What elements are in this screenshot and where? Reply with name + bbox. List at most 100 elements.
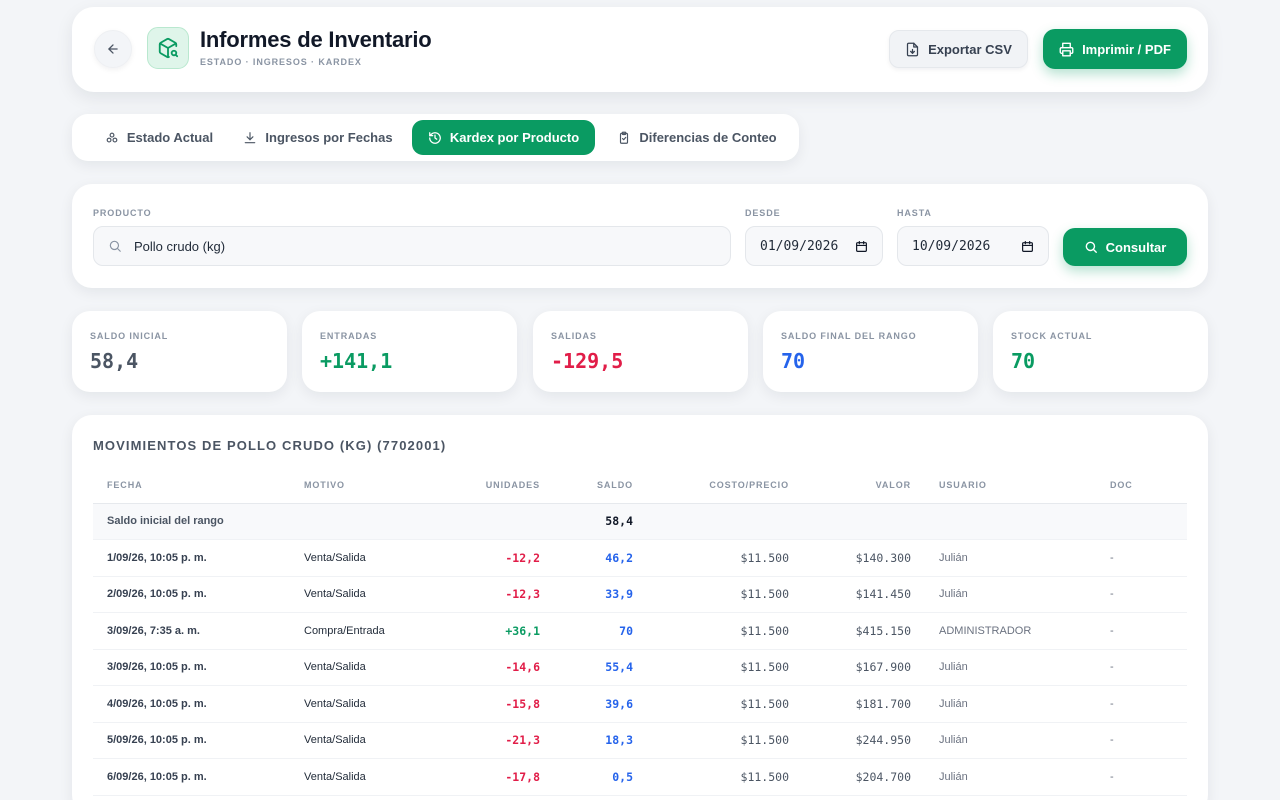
print-pdf-button[interactable]: Imprimir / PDF <box>1043 29 1187 69</box>
tab-ingresos-por-fechas[interactable]: Ingresos por Fechas <box>234 120 402 155</box>
cell-costo: $11.500 <box>647 722 803 759</box>
tab-label: Kardex por Producto <box>449 130 580 145</box>
cell-usuario: Julián <box>925 539 1096 577</box>
stat-entradas: ENTRADAS +141,1 <box>302 311 517 392</box>
col-usuario[interactable]: USUARIO <box>925 467 1096 504</box>
tab-diferencias-de-conteo[interactable]: Diferencias de Conteo <box>609 120 785 155</box>
to-date-input[interactable]: 10/09/2026 <box>897 226 1049 266</box>
empty-cell <box>290 503 450 540</box>
cell-doc: - <box>1096 612 1187 650</box>
package-search-icon <box>158 37 179 59</box>
cell-fecha: 2/09/26, 10:05 p. m. <box>93 576 290 613</box>
col-costo[interactable]: COSTO/PRECIO <box>647 467 803 504</box>
cell-fecha: 3/09/26, 7:35 a. m. <box>93 612 290 650</box>
cell-valor: $204.700 <box>803 758 925 796</box>
cell-valor: $244.950 <box>803 722 925 759</box>
initial-balance-value: 58,4 <box>554 503 647 540</box>
table-row[interactable]: 6/09/26, 10:05 p. m. Venta/Salida -17,8 0,5… <box>93 758 1187 796</box>
cell-valor: $140.300 <box>803 539 925 577</box>
product-search-input[interactable]: Pollo crudo (kg) <box>93 226 731 266</box>
table-row[interactable]: 1/09/26, 10:05 p. m. Venta/Salida -12,2 46,… <box>93 539 1187 577</box>
search-icon <box>109 240 121 252</box>
cell-costo: $11.500 <box>647 612 803 650</box>
cell-saldo: 33,9 <box>554 576 647 613</box>
header-card: Informes de Inventario ESTADO · INGRESOS… <box>72 7 1208 92</box>
cell-valor: $167.900 <box>803 649 925 686</box>
layers-icon <box>106 132 118 142</box>
stat-value: 70 <box>781 349 806 373</box>
cell-valor: $415.150 <box>803 612 925 650</box>
col-unidades[interactable]: UNIDADES <box>450 467 554 504</box>
cell-unidades: -15,8 <box>450 685 554 723</box>
cell-saldo: 18,3 <box>554 722 647 759</box>
stat-label: SALDO FINAL DEL RANGO <box>781 331 917 341</box>
table-row[interactable]: 2/09/26, 10:05 p. m. Venta/Salida -12,3 33,… <box>93 576 1187 613</box>
stat-label: STOCK ACTUAL <box>1011 331 1093 341</box>
cell-saldo: 70 <box>554 612 647 650</box>
cell-valor: $141.450 <box>803 576 925 613</box>
app-logo <box>147 27 189 69</box>
stat-label: ENTRADAS <box>320 331 378 341</box>
cell-saldo: 0,5 <box>554 758 647 796</box>
stat-salidas: SALIDAS -129,5 <box>533 311 748 392</box>
empty-cell <box>450 503 554 540</box>
cell-motivo: Venta/Salida <box>290 758 450 796</box>
cell-doc: - <box>1096 539 1187 577</box>
stat-value: 58,4 <box>90 349 139 373</box>
col-doc[interactable]: DOC <box>1096 467 1187 504</box>
col-motivo[interactable]: MOTIVO <box>290 467 450 504</box>
empty-cell <box>803 503 925 540</box>
col-valor[interactable]: VALOR <box>803 467 925 504</box>
cell-motivo: Compra/Entrada <box>290 612 450 650</box>
cell-motivo: Venta/Salida <box>290 649 450 686</box>
movements-title: MOVIMIENTOS DE POLLO CRUDO (KG) (7702001… <box>93 438 447 453</box>
table-row[interactable]: 3/09/26, 7:35 a. m. Compra/Entrada +36,1 70… <box>93 612 1187 650</box>
cell-doc: - <box>1096 722 1187 759</box>
cell-motivo: Venta/Salida <box>290 576 450 613</box>
table-row[interactable]: 3/09/26, 10:05 p. m. Venta/Salida -14,6 55,… <box>93 649 1187 686</box>
movements-table: FECHA MOTIVO UNIDADES SALDO COSTO/PRECIO… <box>93 467 1187 796</box>
cell-unidades: -21,3 <box>450 722 554 759</box>
cell-usuario: Julián <box>925 758 1096 796</box>
cell-usuario: Julián <box>925 649 1096 686</box>
tab-estado-actual[interactable]: Estado Actual <box>84 120 234 155</box>
calendar-icon[interactable] <box>1021 240 1034 253</box>
back-button[interactable] <box>94 30 132 68</box>
cell-doc: - <box>1096 685 1187 723</box>
export-csv-button[interactable]: Exportar CSV <box>889 30 1028 68</box>
tab-label: Diferencias de Conteo <box>639 130 777 145</box>
cell-fecha: 1/09/26, 10:05 p. m. <box>93 539 290 577</box>
cell-saldo: 39,6 <box>554 685 647 723</box>
stat-saldo-final: SALDO FINAL DEL RANGO 70 <box>763 311 978 392</box>
tab-kardex-por-producto[interactable]: Kardex por Producto <box>412 120 595 155</box>
cell-costo: $11.500 <box>647 758 803 796</box>
clipboard-icon <box>620 131 629 144</box>
filter-card: PRODUCTO Pollo crudo (kg) DESDE 01/09/20… <box>72 184 1208 288</box>
cell-costo: $11.500 <box>647 649 803 686</box>
empty-cell <box>1096 503 1187 540</box>
page-subtitle: ESTADO · INGRESOS · KARDEX <box>200 57 362 67</box>
movements-card: MOVIMIENTOS DE POLLO CRUDO (KG) (7702001… <box>72 415 1208 800</box>
file-download-icon <box>906 42 919 56</box>
export-csv-label: Exportar CSV <box>928 41 1012 57</box>
col-saldo[interactable]: SALDO <box>554 467 647 504</box>
cell-unidades: -12,2 <box>450 539 554 577</box>
calendar-icon[interactable] <box>855 240 868 253</box>
cell-fecha: 6/09/26, 10:05 p. m. <box>93 758 290 796</box>
stat-value: +141,1 <box>320 349 393 373</box>
from-date-input[interactable]: 01/09/2026 <box>745 226 883 266</box>
col-fecha[interactable]: FECHA <box>93 467 290 504</box>
cell-costo: $11.500 <box>647 576 803 613</box>
consultar-button[interactable]: Consultar <box>1063 228 1187 266</box>
cell-saldo: 55,4 <box>554 649 647 686</box>
arrow-left-icon <box>108 44 118 54</box>
stat-value: 70 <box>1011 349 1036 373</box>
initial-balance-label: Saldo inicial del rango <box>93 503 290 540</box>
table-header-row: FECHA MOTIVO UNIDADES SALDO COSTO/PRECIO… <box>93 467 1187 504</box>
from-date-value: 01/09/2026 <box>760 238 839 254</box>
table-row[interactable]: 5/09/26, 10:05 p. m. Venta/Salida -21,3 18,… <box>93 722 1187 759</box>
cell-doc: - <box>1096 758 1187 796</box>
stat-saldo-inicial: SALDO INICIAL 58,4 <box>72 311 287 392</box>
to-date-value: 10/09/2026 <box>912 238 991 254</box>
table-row[interactable]: 4/09/26, 10:05 p. m. Venta/Salida -15,8 39,… <box>93 685 1187 723</box>
